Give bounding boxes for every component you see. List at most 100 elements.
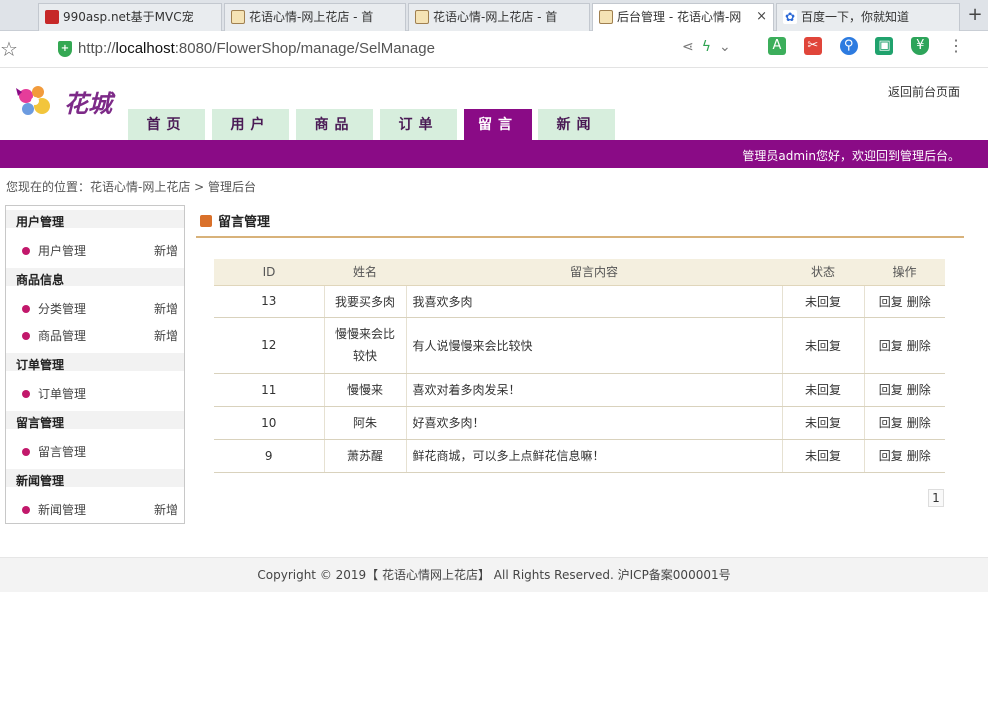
- url-field[interactable]: http://localhost:8080/FlowerShop/manage/…: [78, 40, 435, 57]
- share-icon[interactable]: ⋖: [682, 39, 702, 55]
- delete-link[interactable]: 删除: [907, 449, 931, 463]
- reply-link[interactable]: 回复: [879, 295, 903, 309]
- reply-link[interactable]: 回复: [879, 416, 903, 430]
- url-host: localhost: [115, 40, 175, 57]
- bookmark-star-icon[interactable]: ☆: [0, 37, 18, 61]
- sidebar-item-label: 留言管理: [38, 445, 87, 459]
- security-shield-icon: +: [58, 41, 72, 57]
- cell-name: 我要买多肉: [324, 285, 407, 318]
- page-title: 留言管理: [200, 211, 270, 230]
- browser-tab-1[interactable]: 990asp.net基于MVC宠: [38, 3, 222, 31]
- cell-name: 慢慢来: [324, 373, 407, 407]
- cell-actions: 回复 删除: [864, 373, 945, 407]
- browser-tab-bar: 990asp.net基于MVC宠 花语心情-网上花店 - 首 花语心情-网上花店…: [0, 0, 988, 32]
- sidebar-item-label: 商品管理: [38, 329, 87, 343]
- sidebar-item-label: 新闻管理: [38, 503, 87, 517]
- reply-link[interactable]: 回复: [879, 339, 903, 353]
- nav-messages[interactable]: 留言: [464, 109, 532, 140]
- table-row: 11 慢慢来 喜欢对着多肉发呆！ 未回复 回复 删除: [214, 373, 945, 407]
- sidebar-item-label: 分类管理: [38, 302, 87, 316]
- section-marker-icon: [200, 215, 212, 227]
- nav-orders[interactable]: 订单: [380, 109, 457, 140]
- table-row: 10 阿朱 好喜欢多肉！ 未回复 回复 删除: [214, 406, 945, 440]
- message-table: ID 姓名 留言内容 状态 操作 13 我要买多肉 我喜欢多肉 未回复 回复 删除…: [214, 259, 945, 473]
- table-row: 9 萧苏醒 鲜花商城，可以多上点鲜花信息嘛！ 未回复 回复 删除: [214, 439, 945, 473]
- cell-content: 有人说慢慢来会比较快: [406, 317, 783, 374]
- sidebar-item-news[interactable]: 新闻管理: [22, 501, 86, 518]
- cell-id: 9: [214, 439, 325, 473]
- sidebar-group-title: 用户管理: [16, 215, 65, 229]
- table-row: 13 我要买多肉 我喜欢多肉 未回复 回复 删除: [214, 285, 945, 318]
- search-icon[interactable]: ⚲: [839, 37, 858, 55]
- delete-link[interactable]: 删除: [907, 339, 931, 353]
- cell-id: 13: [214, 285, 325, 318]
- lightning-icon[interactable]: ϟ: [702, 39, 719, 55]
- cell-status: 未回复: [782, 439, 865, 473]
- bullet-icon: [22, 247, 30, 255]
- browser-tab-3[interactable]: 花语心情-网上花店 - 首: [408, 3, 590, 31]
- flower-logo-icon: [16, 86, 50, 115]
- delete-link[interactable]: 删除: [907, 383, 931, 397]
- tab-title: 百度一下，你就知道: [801, 10, 910, 24]
- add-user-link[interactable]: 新增: [154, 242, 178, 259]
- cell-name: 阿朱: [324, 406, 407, 440]
- admin-sidebar: 用户管理 用户管理 新增 商品信息 分类管理 新增 商品管理 新增 订单管理 订…: [5, 205, 185, 524]
- red-logo-icon: [45, 10, 59, 24]
- flower-page-icon: [231, 10, 245, 24]
- column-header-actions: 操作: [864, 259, 945, 286]
- close-icon[interactable]: ×: [756, 4, 767, 30]
- page-title-text: 留言管理: [218, 215, 271, 230]
- back-to-front-link[interactable]: 返回前台页面: [888, 83, 960, 100]
- address-bar: ☆ + http://localhost:8080/FlowerShop/man…: [0, 31, 988, 68]
- cell-content: 鲜花商城，可以多上点鲜花信息嘛！: [406, 439, 783, 473]
- sidebar-item-messages[interactable]: 留言管理: [22, 443, 86, 460]
- cell-id: 12: [214, 317, 325, 374]
- scissors-icon[interactable]: ✂: [803, 37, 822, 55]
- section-divider: [196, 236, 964, 238]
- nav-news[interactable]: 新闻: [538, 109, 615, 140]
- sidebar-item-users[interactable]: 用户管理: [22, 242, 86, 259]
- chevron-down-icon[interactable]: ⌄: [719, 39, 739, 55]
- nav-users[interactable]: 用户: [212, 109, 289, 140]
- nav-products[interactable]: 商品: [296, 109, 373, 140]
- welcome-text: 管理员admin您好，欢迎回到管理后台。: [742, 149, 960, 163]
- column-header-name: 姓名: [324, 259, 406, 286]
- delete-link[interactable]: 删除: [907, 295, 931, 309]
- table-row: 12 慢慢来会比较快 有人说慢慢来会比较快 未回复 回复 删除: [214, 317, 945, 374]
- sidebar-item-orders[interactable]: 订单管理: [22, 385, 86, 402]
- url-path: :8080/FlowerShop/manage/SelManage: [174, 40, 435, 57]
- logo-text: 花城: [64, 89, 112, 118]
- tab-title: 花语心情-网上花店 - 首: [249, 10, 374, 24]
- cell-status: 未回复: [782, 406, 865, 440]
- delete-link[interactable]: 删除: [907, 416, 931, 430]
- add-category-link[interactable]: 新增: [154, 300, 178, 317]
- gamepad-icon[interactable]: ▣: [875, 37, 894, 55]
- reply-link[interactable]: 回复: [879, 449, 903, 463]
- translate-icon[interactable]: A: [768, 37, 786, 55]
- add-news-link[interactable]: 新增: [154, 501, 178, 518]
- breadcrumb: 您现在的位置：花语心情-网上花店 > 管理后台: [6, 180, 257, 194]
- sidebar-item-label: 订单管理: [38, 387, 87, 401]
- add-product-link[interactable]: 新增: [154, 327, 178, 344]
- reply-link[interactable]: 回复: [879, 383, 903, 397]
- nav-home[interactable]: 首页: [128, 109, 205, 140]
- sidebar-group-title: 商品信息: [16, 273, 65, 287]
- sidebar-item-categories[interactable]: 分类管理: [22, 300, 86, 317]
- sidebar-item-label: 用户管理: [38, 244, 87, 258]
- security-icon[interactable]: ¥: [911, 37, 930, 55]
- site-logo[interactable]: 花城: [6, 80, 130, 124]
- pagination-page-1[interactable]: 1: [928, 489, 944, 507]
- new-tab-button[interactable]: +: [962, 3, 988, 29]
- flower-page-icon: [599, 10, 613, 24]
- url-prefix: http://: [78, 40, 116, 57]
- apps-grid-icon[interactable]: ⋮: [947, 37, 965, 55]
- browser-tab-active[interactable]: 后台管理 - 花语心情-网 ×: [592, 3, 774, 32]
- cell-status: 未回复: [782, 285, 865, 318]
- browser-tab-2[interactable]: 花语心情-网上花店 - 首: [224, 3, 406, 31]
- table-header-row: ID 姓名 留言内容 状态 操作: [214, 259, 945, 286]
- cell-content: 好喜欢多肉！: [406, 406, 783, 440]
- sidebar-item-products[interactable]: 商品管理: [22, 327, 86, 344]
- tab-title: 990asp.net基于MVC宠: [63, 10, 194, 24]
- browser-tab-5[interactable]: ✿ 百度一下，你就知道: [776, 3, 960, 31]
- column-header-id: ID: [214, 259, 324, 286]
